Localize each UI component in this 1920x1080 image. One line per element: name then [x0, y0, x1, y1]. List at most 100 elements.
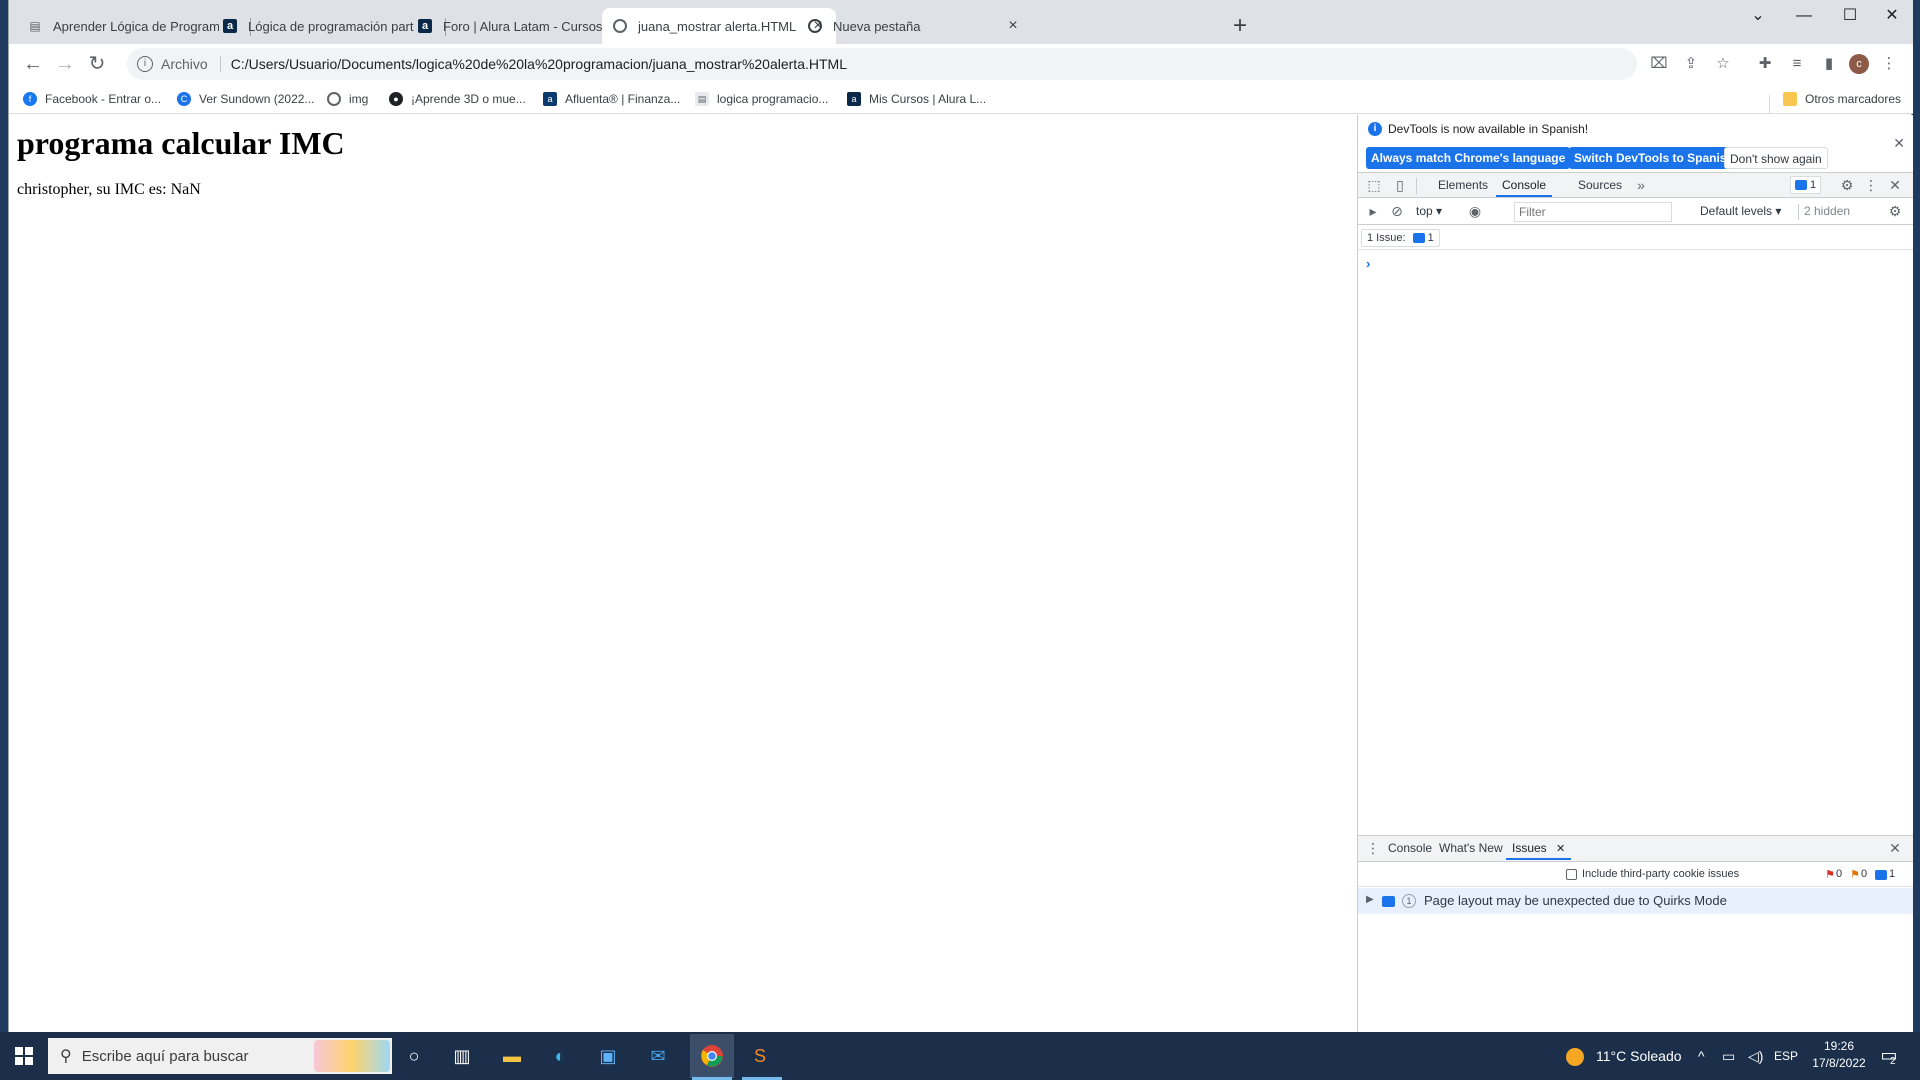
issues-count: 1 [1810, 179, 1817, 191]
bookmark[interactable]: a Mis Cursos | Alura L... [847, 90, 986, 108]
close-icon[interactable]: ✕ [1556, 843, 1565, 855]
media-icon[interactable]: ≡ [1787, 54, 1807, 74]
match-language-button[interactable]: Always match Chrome's language [1366, 147, 1571, 169]
console-prompt[interactable]: › [1366, 256, 1370, 271]
volume-icon[interactable]: ◁) [1748, 1032, 1763, 1080]
back-icon[interactable]: ← [21, 52, 45, 76]
levels-label: Default levels [1700, 204, 1773, 218]
cortana-icon[interactable]: ○ [398, 1040, 430, 1072]
menu-icon[interactable]: ⋮ [1879, 54, 1899, 74]
edge-icon[interactable]: ◐ [544, 1040, 576, 1072]
bookmark-label: Afluenta® | Finanza... [565, 92, 681, 106]
bookmark[interactable]: ● ¡Aprende 3D o mue... [389, 90, 526, 108]
inspect-icon[interactable]: ⬚ [1365, 176, 1383, 194]
file-explorer-icon[interactable]: ▬ [496, 1040, 528, 1072]
tab-strip: ▤ Aprender Lógica de Programación × a Ló… [9, 0, 1913, 44]
console-settings-icon[interactable]: ⚙ [1886, 202, 1904, 220]
tab-sources[interactable]: Sources [1578, 173, 1622, 197]
chrome-window: ▤ Aprender Lógica de Programación × a Ló… [8, 0, 1913, 1032]
bookmark[interactable]: ▤ logica programacio... [695, 90, 828, 108]
store-icon[interactable]: ▣ [592, 1040, 624, 1072]
weather-text[interactable]: 11°C Soleado [1596, 1032, 1682, 1080]
drawer-menu-icon[interactable]: ⋮ [1364, 839, 1382, 857]
third-party-label: Include third-party cookie issues [1582, 868, 1740, 880]
close-icon[interactable]: ✕ [1893, 135, 1905, 152]
eye-icon[interactable]: ◉ [1466, 202, 1484, 220]
share-icon[interactable]: ⇪ [1681, 54, 1701, 74]
bookmark[interactable]: C Ver Sundown (2022... [177, 90, 314, 108]
close-icon[interactable]: ✕ [1886, 176, 1904, 194]
reload-icon[interactable]: ↻ [85, 52, 109, 76]
windows-start-icon[interactable] [8, 1040, 40, 1072]
other-bookmarks[interactable]: Otros marcadores [1783, 90, 1901, 108]
tab-title: Nueva pestaña [833, 18, 921, 34]
device-toolbar-icon[interactable]: ▯ [1391, 176, 1409, 194]
drawer-tab-issues[interactable]: Issues ✕ [1506, 836, 1572, 860]
forward-icon[interactable]: → [53, 52, 77, 76]
issues-chip[interactable]: 1 Issue: 1 [1361, 229, 1440, 247]
translate-icon[interactable]: ⌧ [1649, 54, 1669, 74]
sidebar-toggle-icon[interactable]: ▸ [1364, 202, 1382, 220]
language-indicator[interactable]: ESP [1774, 1032, 1798, 1080]
taskbar-search-box[interactable]: ⚲ Escribe aquí para buscar [48, 1038, 392, 1074]
tab-search-icon[interactable]: ⌄ [1735, 4, 1781, 28]
show-hidden-icons[interactable]: ^ [1698, 1032, 1705, 1080]
info-icon[interactable]: i [137, 56, 153, 72]
extensions-icon[interactable]: ✚ [1755, 54, 1775, 74]
clear-console-icon[interactable]: ⊘ [1388, 202, 1406, 220]
clock[interactable]: 19:26 17/8/2022 [1808, 1038, 1870, 1072]
page-icon: ▤ [695, 92, 709, 106]
star-icon[interactable]: ☆ [1713, 54, 1733, 74]
devtools-tabbar: ⬚ ▯ Elements Console Sources » 1 ⚙ ⋮ ✕ [1358, 172, 1913, 198]
banner-message: DevTools is now available in Spanish! [1388, 122, 1589, 136]
close-tab-icon[interactable]: × [1005, 18, 1021, 34]
chrome-taskbar-icon[interactable] [690, 1034, 734, 1078]
sublime-text-icon[interactable]: S [744, 1040, 776, 1072]
notifications-icon[interactable]: ▭ [1876, 1042, 1902, 1068]
expand-icon[interactable]: ▶ [1366, 894, 1374, 905]
devtools-panel: i DevTools is now available in Spanish! … [1357, 115, 1913, 1032]
third-party-option[interactable]: Include third-party cookie issues [1566, 868, 1739, 880]
avatar[interactable]: c [1849, 54, 1869, 74]
bookmark-label: Ver Sundown (2022... [199, 92, 315, 106]
desktop: ▤ Aprender Lógica de Programación × a Ló… [0, 0, 1920, 1080]
drawer-tab-whats-new[interactable]: What's New [1439, 836, 1503, 860]
console-filter-input[interactable] [1514, 202, 1672, 222]
weather-icon[interactable] [1566, 1048, 1584, 1066]
window-close-icon[interactable]: ✕ [1869, 4, 1915, 28]
context-selector[interactable]: top ▾ [1416, 204, 1442, 218]
tab-console[interactable]: Console [1496, 173, 1553, 197]
third-party-checkbox[interactable] [1566, 868, 1577, 880]
tab-title: juana_mostrar alerta.HTML [638, 18, 797, 34]
dont-show-button[interactable]: Don't show again [1724, 147, 1828, 169]
bookmark[interactable]: f Facebook - Entrar o... [23, 90, 161, 108]
drawer-close-icon[interactable]: ✕ [1886, 839, 1904, 857]
settings-icon[interactable]: ⚙ [1838, 176, 1856, 194]
bookmark[interactable]: a Afluenta® | Finanza... [543, 90, 680, 108]
drawer-tab-console[interactable]: Console [1388, 836, 1432, 860]
maximize-icon[interactable]: ☐ [1827, 4, 1873, 28]
message-icon [1412, 233, 1425, 244]
minimize-icon[interactable]: — [1781, 4, 1827, 28]
log-levels-select[interactable]: Default levels ▾ [1700, 204, 1781, 218]
tab-elements[interactable]: Elements [1438, 173, 1488, 197]
tab[interactable]: Nueva pestaña × [797, 8, 1031, 44]
new-tab-icon[interactable]: + [1233, 14, 1247, 38]
switch-spanish-button[interactable]: Switch DevTools to Spanish [1569, 147, 1739, 169]
devtools-drawer: ⋮ Console What's New Issues ✕ ✕ Include … [1358, 835, 1913, 1032]
clock-date: 17/8/2022 [1812, 1056, 1866, 1070]
network-icon[interactable]: ▭ [1722, 1032, 1735, 1080]
warning-count: 0 [1861, 868, 1868, 880]
task-view-icon[interactable]: ▥ [446, 1040, 478, 1072]
address-url[interactable]: C:/Users/Usuario/Documents/logica%20de%2… [231, 56, 847, 72]
more-options-icon[interactable]: ⋮ [1862, 176, 1880, 194]
bookmark[interactable]: img [327, 90, 368, 108]
address-bar[interactable]: i Archivo C:/Users/Usuario/Documents/log… [127, 48, 1637, 80]
issues-counter[interactable]: 1 [1790, 176, 1822, 194]
more-tabs-icon[interactable]: » [1632, 176, 1650, 194]
issue-row[interactable]: ▶ 1 Page layout may be unexpected due to… [1358, 888, 1913, 914]
mail-icon[interactable]: ✉ [642, 1040, 674, 1072]
other-bookmarks-label: Otros marcadores [1805, 92, 1902, 106]
side-panel-icon[interactable]: ▮ [1819, 54, 1839, 74]
drawer-tabbar: ⋮ Console What's New Issues ✕ ✕ [1358, 836, 1913, 862]
